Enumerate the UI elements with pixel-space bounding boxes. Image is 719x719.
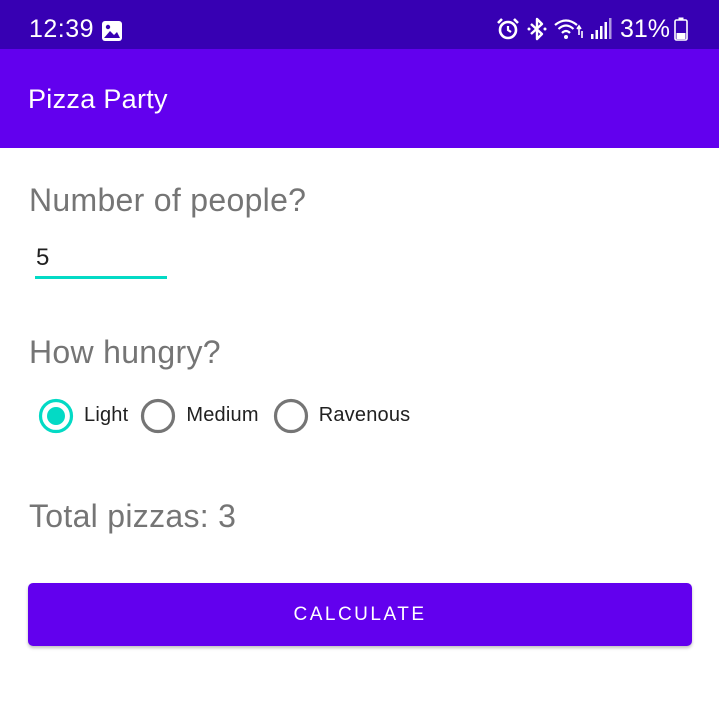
status-time: 12:39 (29, 15, 95, 43)
radio-light[interactable]: Light (38, 398, 140, 434)
gallery-icon (102, 21, 122, 41)
people-input[interactable] (35, 240, 167, 279)
radio-unchecked-icon[interactable] (140, 398, 176, 434)
battery-percent: 31% (619, 15, 670, 43)
app-title: Pizza Party (28, 84, 168, 114)
radio-medium-label[interactable]: Medium (186, 404, 258, 427)
radio-ravenous-label[interactable]: Ravenous (319, 404, 411, 427)
radio-checked-icon[interactable] (38, 398, 74, 434)
radio-light-label[interactable]: Light (84, 404, 128, 427)
signal-icon (590, 18, 612, 39)
alarm-icon (497, 18, 519, 40)
status-icons: 31% (496, 13, 694, 45)
radio-ravenous[interactable]: Ravenous (273, 398, 411, 434)
radio-unchecked-icon[interactable] (273, 398, 309, 434)
status-bar: 12:39 31% (0, 0, 719, 49)
total-pizzas-text: Total pizzas: 3 (29, 498, 237, 534)
wifi-icon (554, 19, 583, 39)
people-label: Number of people? (29, 182, 307, 218)
app-bar: Pizza Party (0, 49, 719, 148)
hunger-label: How hungry? (29, 334, 221, 370)
radio-medium[interactable]: Medium (140, 398, 272, 434)
screen: 12:39 31% Pizza Party Number of people? … (0, 0, 719, 719)
bluetooth-icon (527, 17, 547, 41)
calculate-button[interactable]: CALCULATE (28, 583, 692, 646)
battery-icon (674, 17, 688, 41)
hunger-radio-group: Light Medium Ravenous (38, 397, 410, 434)
